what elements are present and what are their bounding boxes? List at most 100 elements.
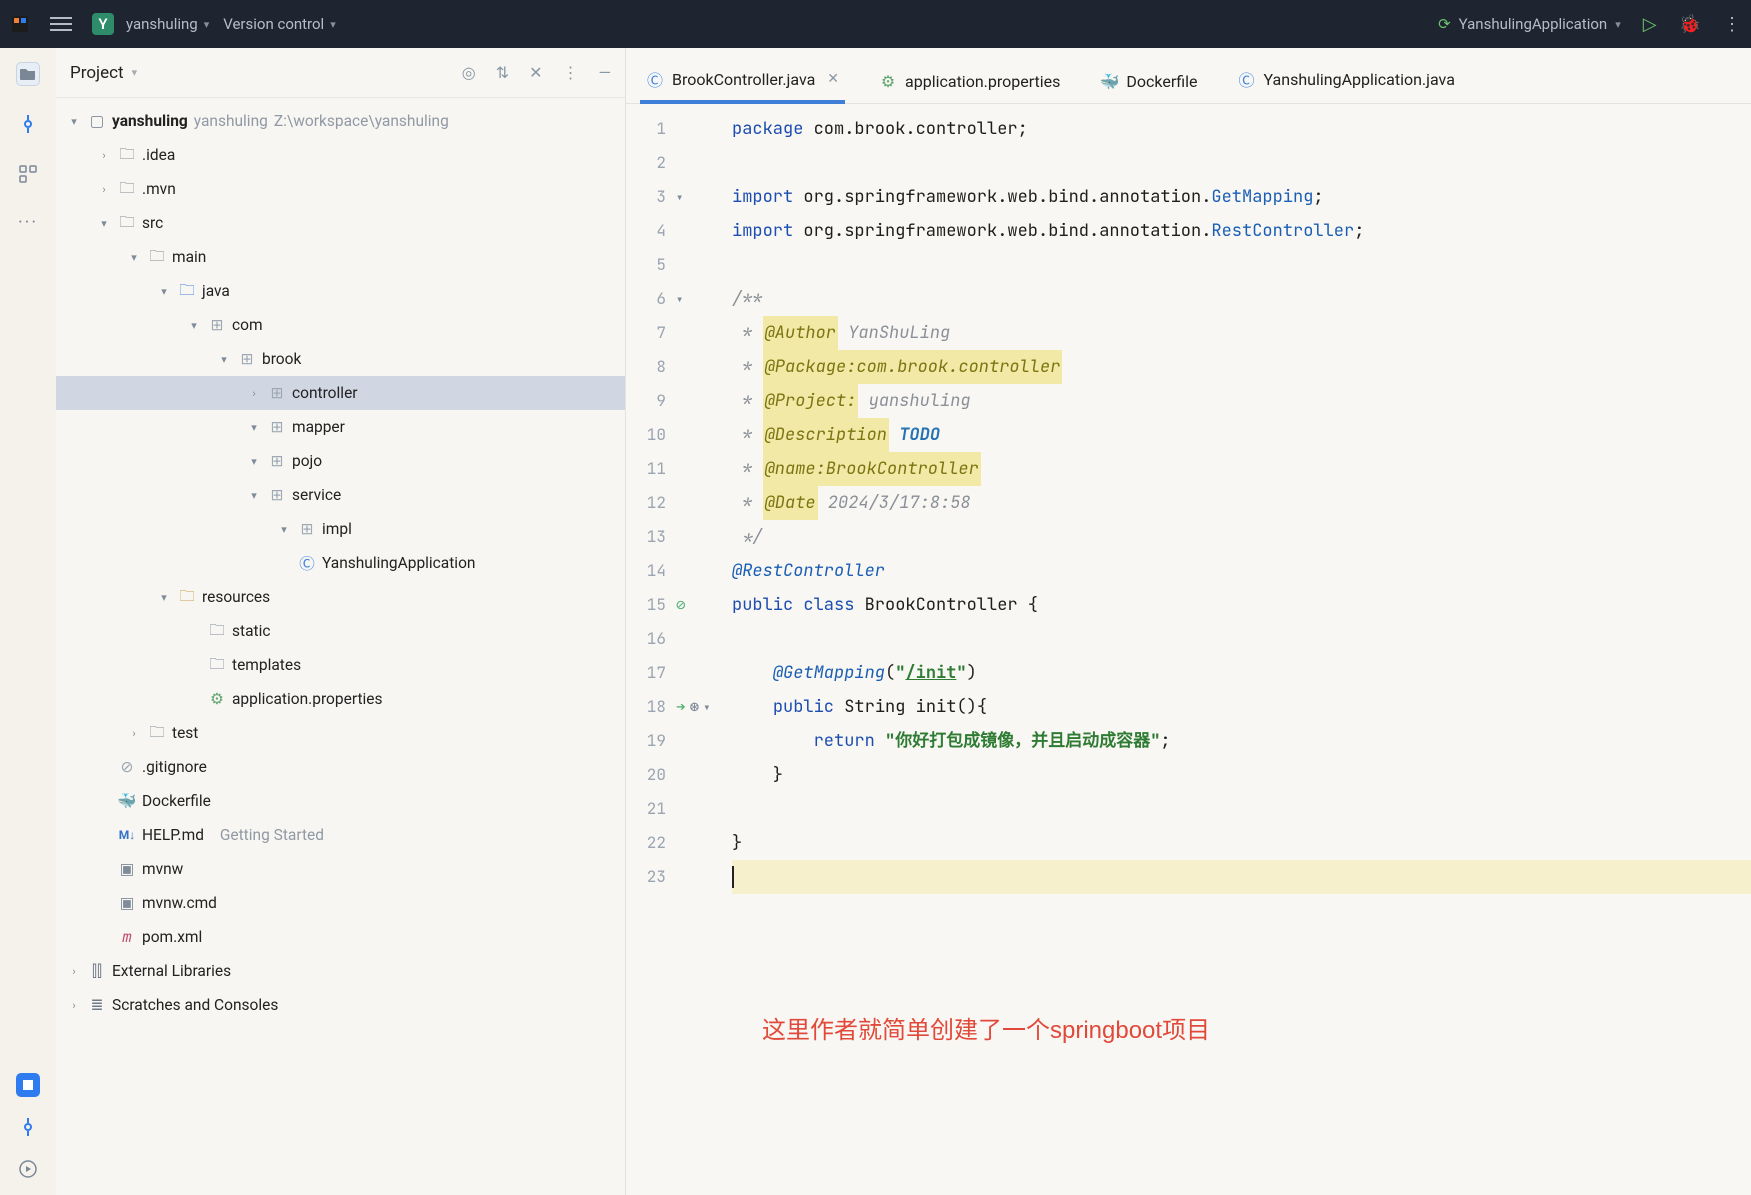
project-selector[interactable]: Y yanshuling ▾	[92, 13, 209, 35]
version-control-menu[interactable]: Version control ▾	[223, 15, 335, 33]
debug-button[interactable]: 🐞	[1679, 14, 1701, 35]
tree-node[interactable]: ▾🗀java	[56, 274, 625, 308]
code-line[interactable]: * @name:BrookController	[732, 452, 1751, 486]
chevron-right-icon[interactable]: ›	[66, 999, 82, 1012]
tree-node[interactable]: ▾⊞com	[56, 308, 625, 342]
tree-node[interactable]: ▾▣mvnw	[56, 852, 625, 886]
code-line[interactable]: * @Author YanShuLing	[732, 316, 1751, 350]
code-line[interactable]: * @Description TODO	[732, 418, 1751, 452]
main-menu-button[interactable]	[44, 11, 78, 37]
chevron-right-icon[interactable]: ›	[126, 727, 142, 740]
code-line[interactable]: public String init(){	[732, 690, 1751, 724]
chevron-down-icon[interactable]: ▾	[156, 591, 172, 604]
code-line[interactable]	[732, 622, 1751, 656]
chevron-down-icon[interactable]: ▾	[156, 285, 172, 298]
tree-node[interactable]: ▾▣mvnw.cmd	[56, 886, 625, 920]
tree-node[interactable]: ▾⊞brook	[56, 342, 625, 376]
tree-node[interactable]: ▾⊘.gitignore	[56, 750, 625, 784]
more-tools-button[interactable]: ···	[18, 212, 38, 233]
tree-node[interactable]: ▾🗀main	[56, 240, 625, 274]
tree-node[interactable]: ▾🐳Dockerfile	[56, 784, 625, 818]
run-gutter-icon[interactable]: ➔	[676, 690, 686, 724]
chevron-down-icon[interactable]: ▾	[132, 66, 138, 79]
code-line[interactable]: * @Package:com.brook.controller	[732, 350, 1751, 384]
code-body[interactable]: package com.brook.controller; import org.…	[726, 104, 1751, 1195]
tree-node[interactable]: ›⫿⫿External Libraries	[56, 954, 625, 988]
chevron-down-icon[interactable]: ▾	[126, 251, 142, 264]
project-tool-button[interactable]	[16, 62, 40, 86]
tree-node[interactable]: ▾🗀templates	[56, 648, 625, 682]
chevron-right-icon[interactable]: ›	[66, 965, 82, 978]
fold-icon[interactable]: ▾	[703, 690, 710, 724]
tree-node[interactable]: ›🗀.idea	[56, 138, 625, 172]
code-line[interactable]: }	[732, 758, 1751, 792]
code-line[interactable]: /**	[732, 282, 1751, 316]
code-line[interactable]: @GetMapping("/init")	[732, 656, 1751, 690]
editor-tab[interactable]: ⚙application.properties	[873, 62, 1066, 103]
chevron-down-icon[interactable]: ▾	[246, 489, 262, 502]
expand-all-button[interactable]: ⇅	[496, 63, 509, 82]
select-opened-file-button[interactable]: ◎	[462, 63, 476, 82]
collapse-button[interactable]: ✕	[529, 63, 542, 82]
url-gutter-icon[interactable]: ⊛	[690, 690, 700, 724]
code-line[interactable]: package com.brook.controller;	[732, 112, 1751, 146]
tree-node[interactable]: ▾⊞impl	[56, 512, 625, 546]
code-line[interactable]: import org.springframework.web.bind.anno…	[732, 214, 1751, 248]
git-tool-button[interactable]	[16, 1115, 40, 1139]
fold-icon[interactable]: ▾	[676, 282, 683, 316]
code-line[interactable]: import org.springframework.web.bind.anno…	[732, 180, 1751, 214]
tree-node[interactable]: ›≣Scratches and Consoles	[56, 988, 625, 1022]
project-tree[interactable]: ▾ ▢ yanshuling yanshuling Z:\workspace\y…	[56, 98, 625, 1195]
tree-node[interactable]: ›🗀test	[56, 716, 625, 750]
chevron-down-icon[interactable]: ▾	[276, 523, 292, 536]
editor-tab[interactable]: ⒸYanshulingApplication.java	[1232, 57, 1461, 103]
code-line[interactable]	[732, 248, 1751, 282]
panel-options-button[interactable]: ⋮	[563, 63, 579, 82]
tree-root[interactable]: ▾ ▢ yanshuling yanshuling Z:\workspace\y…	[56, 104, 625, 138]
tree-node[interactable]: ›🗀.mvn	[56, 172, 625, 206]
commit-tool-button[interactable]	[16, 112, 40, 136]
code-line[interactable]	[732, 860, 1751, 894]
code-line[interactable]: */	[732, 520, 1751, 554]
chevron-down-icon[interactable]: ▾	[216, 353, 232, 366]
code-editor[interactable]: 1234567891011121314151617181920212223 ▾▾…	[626, 104, 1751, 1195]
tree-node[interactable]: ▾🗀static	[56, 614, 625, 648]
code-line[interactable]: }	[732, 826, 1751, 860]
chevron-down-icon[interactable]: ▾	[96, 217, 112, 230]
chevron-right-icon[interactable]: ›	[246, 387, 262, 400]
fold-gutter[interactable]: ▾▾⊘➔⊛▾	[676, 104, 726, 1195]
code-line[interactable]: public class BrookController {	[732, 588, 1751, 622]
tree-node[interactable]: ▾🗀src	[56, 206, 625, 240]
code-line[interactable]: * @Project: yanshuling	[732, 384, 1751, 418]
run-button[interactable]: ▷	[1643, 14, 1657, 35]
structure-tool-button[interactable]	[16, 162, 40, 186]
tree-node[interactable]: ▾M↓HELP.md Getting Started	[56, 818, 625, 852]
fold-icon[interactable]: ▾	[676, 180, 683, 214]
code-line[interactable]: return "你好打包成镜像，并且启动成容器";	[732, 724, 1751, 758]
run-tool-button[interactable]	[16, 1157, 40, 1181]
chevron-right-icon[interactable]: ›	[96, 149, 112, 162]
tree-node[interactable]: ▾⊞pojo	[56, 444, 625, 478]
tree-node[interactable]: ▾⊞service	[56, 478, 625, 512]
chevron-down-icon[interactable]: ▾	[246, 421, 262, 434]
services-tool-button[interactable]	[16, 1073, 40, 1097]
editor-tab[interactable]: 🐳Dockerfile	[1094, 62, 1203, 103]
tree-node[interactable]: ▾⚙application.properties	[56, 682, 625, 716]
chevron-right-icon[interactable]: ›	[96, 183, 112, 196]
code-line[interactable]: * @Date 2024/3/17:8:58	[732, 486, 1751, 520]
chevron-down-icon[interactable]: ▾	[66, 115, 82, 128]
editor-tab[interactable]: ⒸBrookController.java✕	[640, 57, 845, 103]
tree-node[interactable]: ▾mpom.xml	[56, 920, 625, 954]
code-line[interactable]	[732, 146, 1751, 180]
tree-node[interactable]: ▾🗀resources	[56, 580, 625, 614]
tree-node[interactable]: ▾⊞mapper	[56, 410, 625, 444]
tree-node-selected[interactable]: ›⊞controller	[56, 376, 625, 410]
tree-node[interactable]: ▾ⒸYanshulingApplication	[56, 546, 625, 580]
run-config-selector[interactable]: ⟳ YanshulingApplication ▾	[1438, 15, 1621, 33]
chevron-down-icon[interactable]: ▾	[186, 319, 202, 332]
chevron-down-icon[interactable]: ▾	[246, 455, 262, 468]
more-menu-button[interactable]: ⋮	[1723, 14, 1741, 35]
code-line[interactable]	[732, 792, 1751, 826]
close-icon[interactable]: ✕	[827, 71, 839, 87]
code-line[interactable]: @RestController	[732, 554, 1751, 588]
